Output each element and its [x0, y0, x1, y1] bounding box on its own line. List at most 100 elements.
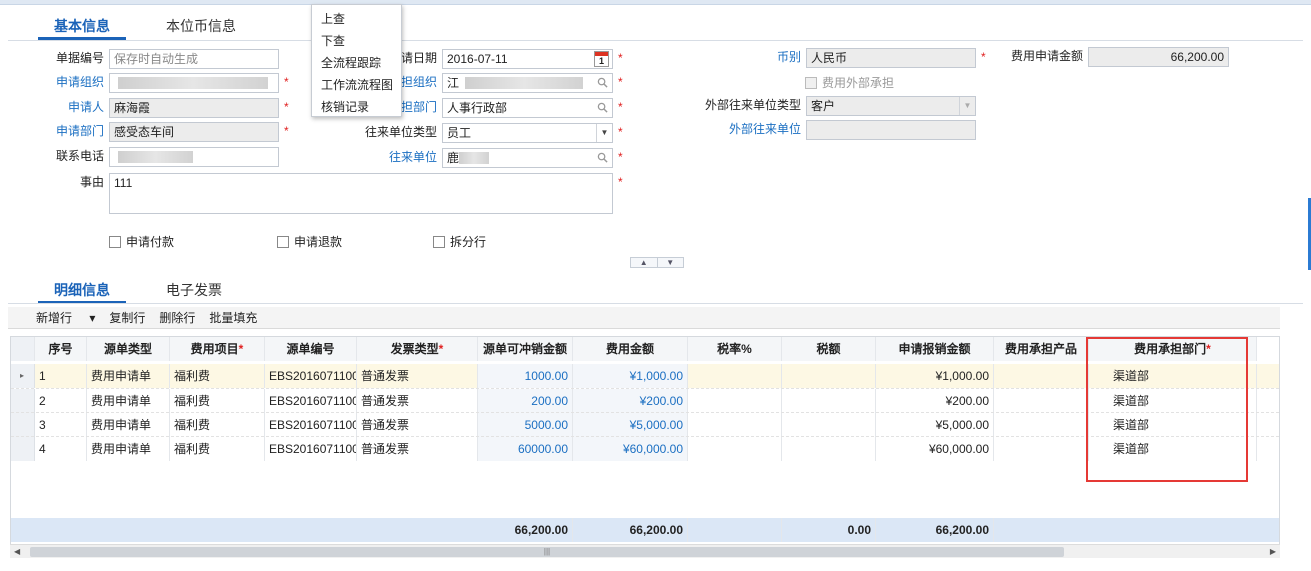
chevron-down-icon[interactable]: ▼ [959, 97, 975, 115]
cell-seq[interactable]: 2 [35, 389, 87, 413]
external-bear-checkbox[interactable]: 费用外部承担 [805, 74, 894, 91]
apply-org-field[interactable] [109, 73, 279, 93]
cell-source-no[interactable]: EBS2016071100 [265, 364, 357, 388]
cell-source-type[interactable]: 费用申请单 [87, 437, 170, 461]
apply-date-field[interactable]: 2016-07-11 1 [442, 49, 613, 69]
chevron-down-icon[interactable]: ▼ [656, 258, 684, 267]
tab-detail-info[interactable]: 明细信息 [38, 278, 126, 304]
search-icon[interactable] [597, 102, 608, 113]
cell-source-no[interactable]: EBS2016071100 [265, 437, 357, 461]
ext-contact-type-select[interactable]: 客户 ▼ [806, 96, 976, 116]
apply-dept-field[interactable]: 感受态车间 [109, 122, 279, 142]
tab-base-currency[interactable]: 本位币信息 [150, 14, 252, 40]
delete-row-button[interactable]: 删除行 [159, 309, 195, 326]
cell-tax-rate[interactable] [688, 413, 782, 437]
add-row-button[interactable]: 新增行 ▾ [36, 309, 95, 326]
col-header[interactable]: 费用金额 [573, 337, 688, 361]
cell-tax[interactable] [782, 389, 876, 413]
collapse-toggle[interactable]: ▲ ▼ [630, 257, 684, 268]
cell-invoice-type[interactable]: 普通发票 [357, 437, 478, 461]
cell-source-no[interactable]: EBS2016071100 [265, 413, 357, 437]
apply-org-label[interactable]: 申请组织 [40, 72, 104, 92]
applicant-field[interactable]: 麻海霞 [109, 98, 279, 118]
col-header[interactable]: 源单可冲销金额 [478, 337, 573, 361]
chevron-up-icon[interactable]: ▲ [631, 258, 657, 267]
cell-fee-item[interactable]: 福利费 [170, 389, 265, 413]
menu-item-writeoff-record[interactable]: 核销记录 [312, 96, 401, 118]
bear-dept-field[interactable]: 人事行政部 [442, 98, 613, 118]
currency-label[interactable]: 币别 [700, 47, 801, 67]
col-header[interactable]: 序号 [35, 337, 87, 361]
tab-e-invoice[interactable]: 电子发票 [150, 278, 238, 304]
batch-fill-button[interactable]: 批量填充 [209, 309, 257, 326]
cell-tax-rate[interactable] [688, 437, 782, 461]
cell-tax-rate[interactable] [688, 364, 782, 388]
cell-bear-product[interactable] [994, 413, 1089, 437]
cell-seq[interactable]: 1 [35, 364, 87, 388]
applicant-label[interactable]: 申请人 [40, 97, 104, 117]
cell-source-type[interactable]: 费用申请单 [87, 389, 170, 413]
cell-seq[interactable]: 3 [35, 413, 87, 437]
doc-no-field[interactable]: 保存时自动生成 [109, 49, 279, 69]
col-header[interactable]: 申请报销金额 [876, 337, 994, 361]
cell-source-no[interactable]: EBS2016071100 [265, 389, 357, 413]
cell-tax-rate[interactable] [688, 389, 782, 413]
col-header[interactable]: 费用项目* [170, 337, 265, 361]
calendar-icon[interactable]: 1 [594, 51, 609, 67]
scroll-right-icon[interactable]: ▶ [1270, 545, 1276, 559]
cell-invoice-type[interactable]: 普通发票 [357, 413, 478, 437]
apply-payment-checkbox[interactable]: 申请付款 [109, 233, 174, 250]
cell-apply-amount[interactable]: ¥1,000.00 [876, 364, 994, 388]
tab-basic-info[interactable]: 基本信息 [38, 14, 126, 40]
cell-apply-amount[interactable]: ¥60,000.00 [876, 437, 994, 461]
cell-tax[interactable] [782, 437, 876, 461]
row-selector[interactable] [11, 389, 35, 413]
row-selector[interactable] [11, 413, 35, 437]
row-selector[interactable] [11, 437, 35, 461]
ext-contact-unit-field[interactable] [806, 120, 976, 140]
cell-invoice-type[interactable]: 普通发票 [357, 364, 478, 388]
contact-type-select[interactable]: 员工 ▼ [442, 123, 613, 143]
search-icon[interactable] [597, 77, 608, 88]
cell-source-amount[interactable]: 5000.00 [478, 413, 573, 437]
menu-item-full-trace[interactable]: 全流程跟踪 [312, 52, 401, 74]
contact-unit-field[interactable]: 鹿 [442, 148, 613, 168]
ext-contact-unit-label[interactable]: 外部往来单位 [700, 119, 801, 139]
apply-refund-checkbox[interactable]: 申请退款 [277, 233, 342, 250]
cell-fee-item[interactable]: 福利费 [170, 364, 265, 388]
search-icon[interactable] [597, 152, 608, 163]
cell-source-amount[interactable]: 200.00 [478, 389, 573, 413]
split-line-checkbox[interactable]: 拆分行 [433, 233, 486, 250]
phone-field[interactable] [109, 147, 279, 167]
menu-item-query-up[interactable]: 上查 [312, 8, 401, 30]
col-header[interactable]: 税额 [782, 337, 876, 361]
cell-source-amount[interactable]: 60000.00 [478, 437, 573, 461]
cell-fee-amount[interactable]: ¥1,000.00 [573, 364, 688, 388]
cell-bear-product[interactable] [994, 364, 1089, 388]
cell-fee-amount[interactable]: ¥60,000.00 [573, 437, 688, 461]
col-header[interactable]: 发票类型* [357, 337, 478, 361]
cell-fee-amount[interactable]: ¥200.00 [573, 389, 688, 413]
chevron-down-icon[interactable]: ▼ [596, 124, 612, 142]
menu-item-query-down[interactable]: 下查 [312, 30, 401, 52]
col-header[interactable]: 源单类型 [87, 337, 170, 361]
cell-bear-product[interactable] [994, 437, 1089, 461]
cell-source-type[interactable]: 费用申请单 [87, 413, 170, 437]
col-header[interactable]: 源单编号 [265, 337, 357, 361]
cell-source-type[interactable]: 费用申请单 [87, 364, 170, 388]
cell-invoice-type[interactable]: 普通发票 [357, 389, 478, 413]
reason-textarea[interactable]: 111 [109, 173, 613, 214]
menu-item-workflow-chart[interactable]: 工作流流程图 [312, 74, 401, 96]
cell-apply-amount[interactable]: ¥200.00 [876, 389, 994, 413]
cell-tax[interactable] [782, 364, 876, 388]
cell-fee-item[interactable]: 福利费 [170, 437, 265, 461]
col-header[interactable]: 费用承担产品 [994, 337, 1089, 361]
horizontal-scrollbar[interactable]: ◀ ||| ▶ [10, 544, 1280, 558]
apply-dept-label[interactable]: 申请部门 [40, 121, 104, 141]
cell-fee-item[interactable]: 福利费 [170, 413, 265, 437]
cell-source-amount[interactable]: 1000.00 [478, 364, 573, 388]
contact-unit-label[interactable]: 往来单位 [360, 147, 437, 167]
cell-apply-amount[interactable]: ¥5,000.00 [876, 413, 994, 437]
cell-tax[interactable] [782, 413, 876, 437]
scroll-left-icon[interactable]: ◀ [14, 545, 20, 559]
